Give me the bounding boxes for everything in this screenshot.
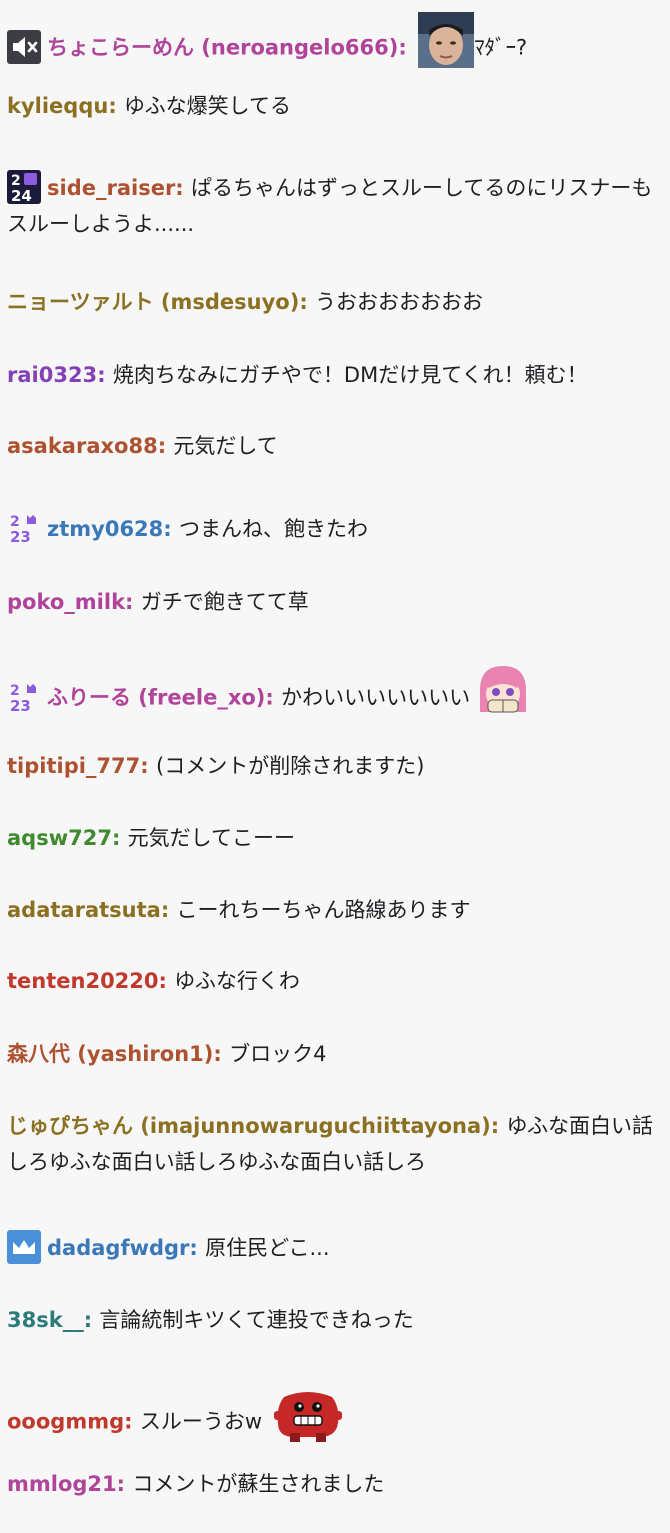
chat-message: kylieqqu: ゆふな爆笑してる bbox=[7, 88, 662, 124]
year-2023-badge-icon: 2 23 bbox=[7, 679, 41, 715]
chat-username[interactable]: mmlog21 bbox=[7, 1472, 117, 1496]
username-separator: : bbox=[116, 1472, 133, 1496]
chat-message: poko_milk: ガチで飽きてて草 bbox=[7, 584, 662, 620]
username-separator: : bbox=[111, 826, 128, 850]
username-separator: : bbox=[83, 1308, 100, 1332]
username-separator: : bbox=[189, 1236, 206, 1260]
chat-text: 焼肉ちなみにガチやで！DMだけ見てくれ！頼む！ bbox=[112, 363, 588, 387]
chat-message: dadagfwdgr: 原住民どこ... bbox=[7, 1230, 662, 1266]
chat-username[interactable]: aqsw727 bbox=[7, 826, 112, 850]
chat-text: スルーうおw bbox=[139, 1409, 263, 1434]
username-separator: : bbox=[213, 1042, 230, 1066]
chat-text: 言論統制キツくて連投できねった bbox=[99, 1308, 414, 1332]
svg-text:23: 23 bbox=[10, 528, 31, 545]
chat-username[interactable]: ちょこらーめん (neroangelo666) bbox=[47, 36, 398, 60]
username-separator: : bbox=[175, 176, 192, 200]
chat-text: ゆふな行くわ bbox=[174, 969, 300, 993]
svg-text:23: 23 bbox=[10, 697, 31, 714]
username-separator: : bbox=[125, 590, 141, 614]
chat-message: mmlog21: コメントが蘇生されました bbox=[7, 1466, 662, 1502]
chat-username[interactable]: adataratsuta bbox=[7, 898, 161, 922]
meat-boy-emote-icon bbox=[266, 1385, 350, 1454]
chat-message: 2 23 ふりーる (freele_xo): かわいいいいいいい bbox=[7, 662, 662, 732]
chat-message: ニョーツァルト (msdesuyo): うおおおおおおお bbox=[7, 284, 662, 320]
chat-message: aqsw727: 元気だしてこーー bbox=[7, 820, 662, 856]
chat-text: かわいいいいいいい bbox=[281, 685, 471, 710]
username-separator: : bbox=[140, 754, 156, 778]
username-separator: : bbox=[157, 434, 174, 458]
chat-text: (コメントが削除されますた) bbox=[156, 754, 425, 778]
chat-text: 元気だしてこーー bbox=[127, 826, 296, 850]
chat-username[interactable]: rai0323 bbox=[7, 363, 97, 387]
chat-message: asakaraxo88: 元気だして bbox=[7, 428, 662, 464]
chat-username[interactable]: side_raiser bbox=[47, 176, 175, 200]
chat-username[interactable]: ooogmmg bbox=[7, 1410, 124, 1434]
chat-username[interactable]: tipitipi_777 bbox=[7, 754, 140, 778]
chat-message: 2 23 ztmy0628: つまんね、飽きたわ bbox=[7, 511, 662, 547]
chat-username[interactable]: ニョーツァルト (msdesuyo) bbox=[7, 290, 299, 314]
chat-text: ガチで飽きてて草 bbox=[140, 590, 309, 614]
svg-text:24: 24 bbox=[11, 187, 32, 204]
chat-message: 38sk__: 言論統制キツくて連投できねった bbox=[7, 1302, 662, 1338]
chat-message: 森八代 (yashiron1): ブロック4 bbox=[7, 1036, 662, 1072]
chat-username[interactable]: 38sk__ bbox=[7, 1308, 84, 1332]
chat-username[interactable]: じゅぴちゃん (imajunnowaruguchiittayona) bbox=[7, 1114, 491, 1138]
chat-message: tenten20220: ゆふな行くわ bbox=[7, 963, 662, 999]
username-separator: : bbox=[398, 35, 415, 60]
chat-message: adataratsuta: こーれちーちゃん路線あります bbox=[7, 892, 662, 928]
chat-text: うおおおおおおお bbox=[315, 290, 484, 314]
username-separator: : bbox=[108, 94, 125, 118]
username-separator: : bbox=[265, 685, 282, 710]
chat-text: 原住民どこ... bbox=[205, 1236, 330, 1260]
anime-girl-emote-icon bbox=[474, 662, 533, 729]
chat-text: こーれちーちゃん路線あります bbox=[176, 898, 471, 922]
username-separator: : bbox=[158, 969, 175, 993]
username-separator: : bbox=[124, 1409, 140, 1434]
chat-username[interactable]: poko_milk bbox=[7, 590, 125, 614]
chat-username[interactable]: kylieqqu bbox=[7, 94, 108, 118]
chat-username[interactable]: dadagfwdgr bbox=[47, 1236, 189, 1260]
username-separator: : bbox=[299, 290, 316, 314]
username-separator: : bbox=[490, 1114, 507, 1138]
chat-text: ﾏﾀﾞｰ? bbox=[474, 35, 528, 60]
username-separator: : bbox=[97, 363, 113, 387]
chat-message: tipitipi_777: (コメントが削除されますた) bbox=[7, 748, 662, 784]
chat-username[interactable]: ふりーる (freele_xo) bbox=[47, 686, 265, 710]
chat-text: 元気だして bbox=[173, 434, 278, 458]
chat-message: ooogmmg: スルーうおw bbox=[7, 1388, 662, 1457]
mute-badge-icon bbox=[7, 29, 41, 64]
chat-text: ゆふな爆笑してる bbox=[124, 94, 291, 118]
username-separator: : bbox=[163, 517, 179, 541]
chat-text: コメントが蘇生されました bbox=[132, 1472, 385, 1496]
year-2023-badge-icon: 2 23 bbox=[7, 511, 41, 546]
chat-username[interactable]: ztmy0628 bbox=[47, 517, 163, 541]
chat-message: じゅぴちゃん (imajunnowaruguchiittayona): ゆふな面… bbox=[7, 1108, 662, 1180]
chat-username[interactable]: asakaraxo88 bbox=[7, 434, 158, 458]
face-photo-emote-icon bbox=[418, 12, 475, 79]
chat-username[interactable]: tenten20220 bbox=[7, 969, 159, 993]
chat-text: つまんね、飽きたわ bbox=[179, 517, 368, 541]
crown-badge-icon bbox=[7, 1230, 41, 1264]
chat-message: ちょこらーめん (neroangelo666): ﾏﾀﾞｰ? bbox=[7, 12, 662, 82]
year-2024-badge-icon: 2 24 bbox=[7, 170, 41, 205]
chat-message: 2 24 side_raiser: ぱるちゃんはずっとスルーしてるのにリスナーもス… bbox=[7, 170, 662, 242]
username-separator: : bbox=[160, 898, 177, 922]
chat-username[interactable]: 森八代 (yashiron1) bbox=[7, 1042, 213, 1066]
chat-text: ブロック4 bbox=[229, 1042, 327, 1066]
chat-message: rai0323: 焼肉ちなみにガチやで！DMだけ見てくれ！頼む！ bbox=[7, 357, 662, 393]
